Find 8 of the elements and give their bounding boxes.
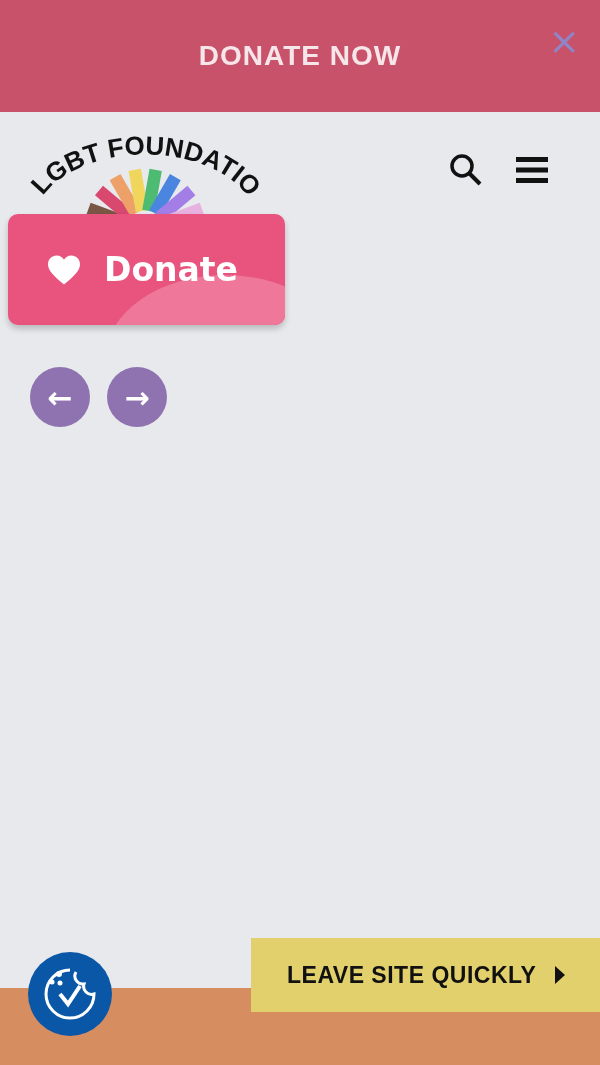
previous-button[interactable]: ←: [30, 367, 90, 427]
leave-site-button[interactable]: LEAVE SITE QUICKLY: [251, 938, 600, 1012]
search-icon[interactable]: [448, 152, 484, 188]
caret-icon: [554, 965, 567, 985]
next-button[interactable]: →: [107, 367, 167, 427]
donate-button[interactable]: Donate: [8, 214, 285, 325]
banner-title[interactable]: DONATE NOW: [198, 40, 402, 72]
heart-icon: [46, 253, 82, 286]
